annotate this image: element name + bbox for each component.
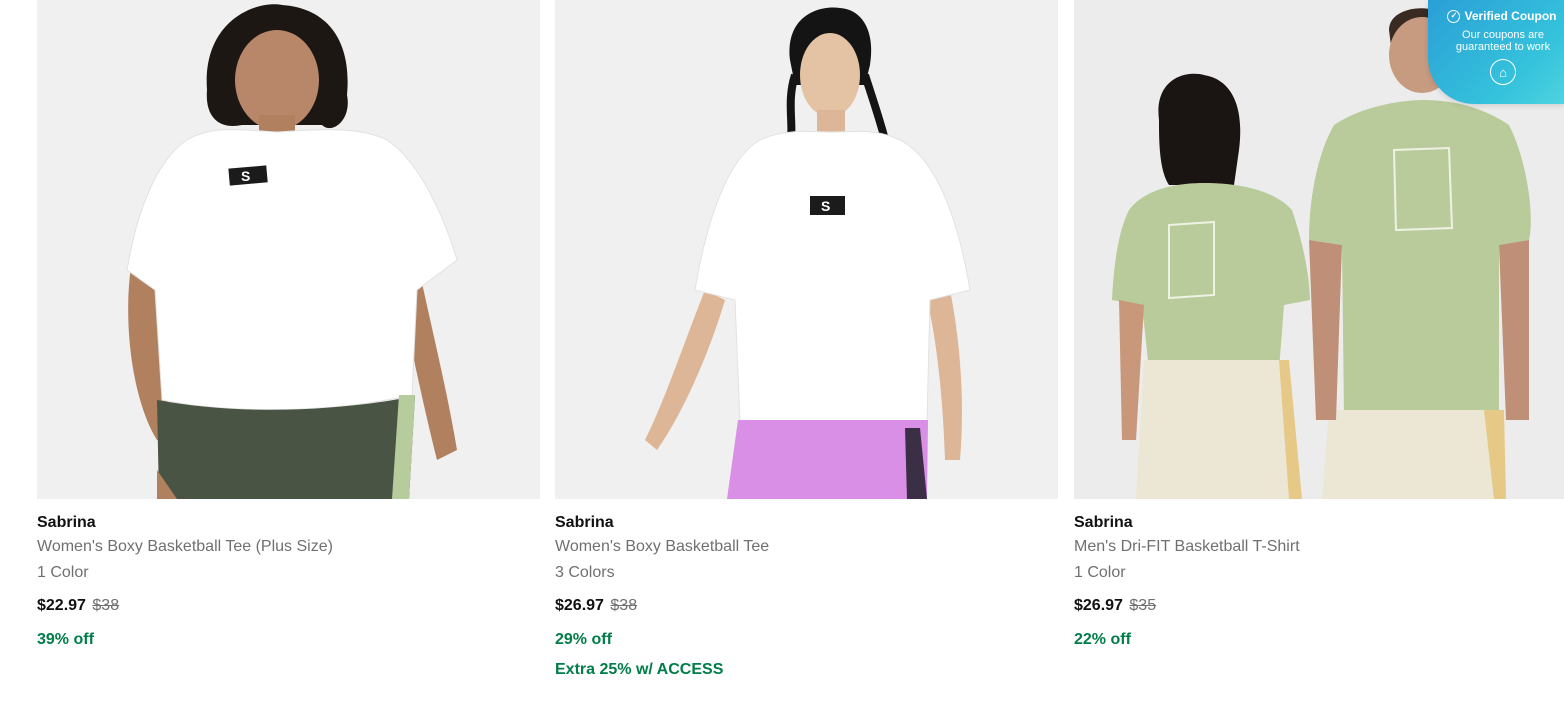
price-row: $26.97 $35 xyxy=(1074,596,1564,616)
product-title[interactable]: Sabrina xyxy=(555,513,1058,533)
member-discount-label: Extra 25% w/ ACCESS xyxy=(555,661,724,678)
coupon-logo-icon[interactable]: ⌂ xyxy=(1490,59,1516,85)
product-title[interactable]: Sabrina xyxy=(37,513,540,533)
svg-text:S: S xyxy=(241,168,250,184)
coupon-line-2: guaranteed to work xyxy=(1455,41,1551,53)
current-price: $22.97 xyxy=(37,597,86,614)
discount-label: 39% off xyxy=(37,631,94,648)
current-price: $26.97 xyxy=(555,597,604,614)
discount-label: 29% off xyxy=(555,631,612,648)
product-photo-women-boxy-tee: S xyxy=(555,0,1058,499)
product-color-count: 1 Color xyxy=(1074,564,1126,581)
product-photo-women-plus-tee: S xyxy=(37,0,540,499)
original-price: $38 xyxy=(92,597,120,614)
price-row: $26.97 $38 xyxy=(555,596,1058,616)
product-grid: S Sabrina Women's Boxy Basketball Tee (P… xyxy=(0,0,1564,707)
verified-coupon-badge[interactable]: ✓ Verified Coupon Our coupons are guaran… xyxy=(1428,0,1564,104)
price-row: $22.97 $38 xyxy=(37,596,540,616)
product-color-count: 1 Color xyxy=(37,564,89,581)
original-price: $35 xyxy=(1129,597,1157,614)
product-card[interactable]: S Sabrina Women's Boxy Basketball Tee (P… xyxy=(37,0,540,650)
product-subtitle[interactable]: Women's Boxy Basketball Tee xyxy=(555,537,1058,557)
coupon-line-1: Our coupons are xyxy=(1462,29,1544,41)
product-image[interactable]: S xyxy=(37,0,540,499)
original-price: $38 xyxy=(610,597,638,614)
discount-label: 22% off xyxy=(1074,631,1131,648)
coupon-heading: ✓ Verified Coupon xyxy=(1428,9,1564,23)
product-image[interactable]: S xyxy=(555,0,1058,499)
product-color-count: 3 Colors xyxy=(555,564,615,581)
current-price: $26.97 xyxy=(1074,597,1123,614)
product-card[interactable]: S Sabrina Women's Boxy Basketball Tee 3 … xyxy=(555,0,1058,680)
product-title[interactable]: Sabrina xyxy=(1074,513,1564,533)
product-subtitle[interactable]: Women's Boxy Basketball Tee (Plus Size) xyxy=(37,537,540,557)
svg-text:S: S xyxy=(821,198,830,214)
coupon-heading-text: Verified Coupon xyxy=(1464,9,1557,23)
coupon-description: Our coupons are guaranteed to work xyxy=(1428,29,1564,53)
check-circle-icon: ✓ xyxy=(1447,9,1461,23)
product-subtitle[interactable]: Men's Dri-FIT Basketball T-Shirt xyxy=(1074,537,1564,557)
